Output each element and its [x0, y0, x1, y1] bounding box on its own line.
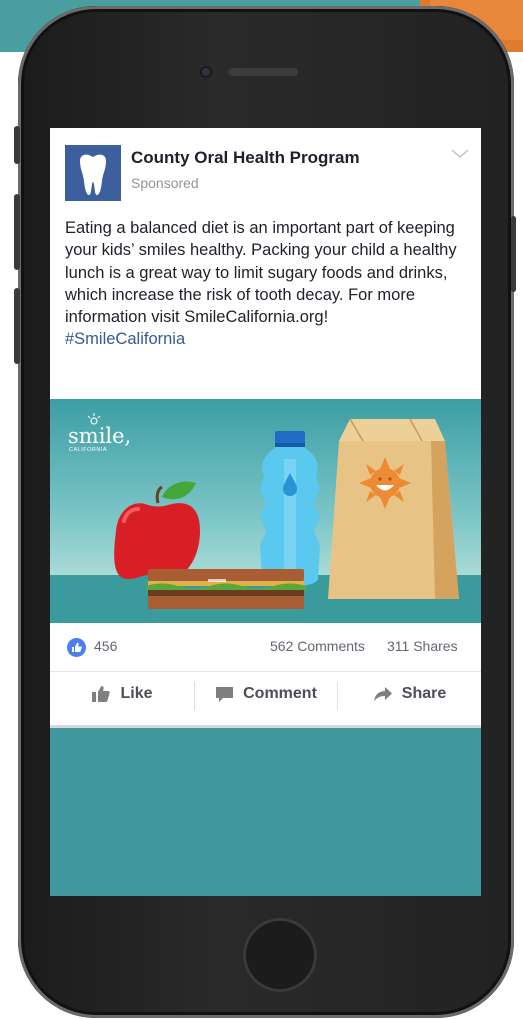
- sun-emblem: [359, 457, 411, 509]
- thumbs-up-icon: [92, 686, 111, 702]
- action-bar: Like Comment Share: [50, 671, 481, 716]
- lunch-illustration: smile, CALIFORNIA: [50, 399, 481, 623]
- sponsored-label[interactable]: Sponsored: [131, 175, 199, 191]
- sandwich: [146, 569, 306, 609]
- post-body-text: Eating a balanced diet is an important p…: [65, 219, 457, 327]
- volume-up-button: [14, 194, 20, 270]
- reaction-badge[interactable]: [67, 638, 86, 657]
- tooth-icon: [80, 154, 106, 195]
- page-name-link[interactable]: County Oral Health Program: [131, 148, 360, 168]
- home-button[interactable]: [243, 918, 317, 992]
- share-button[interactable]: Share: [338, 672, 481, 716]
- post-header: County Oral Health Program Sponsored: [65, 145, 469, 201]
- volume-down-button: [14, 288, 20, 364]
- comment-icon: [216, 686, 234, 702]
- shares-count[interactable]: 311 Shares: [387, 638, 458, 654]
- earpiece-speaker: [228, 68, 298, 76]
- power-button: [511, 216, 516, 292]
- like-count[interactable]: 456: [94, 638, 117, 654]
- phone-screen: County Oral Health Program Sponsored Eat…: [50, 128, 481, 896]
- chevron-down-icon[interactable]: [449, 147, 471, 161]
- smile-logo-text: smile,: [68, 424, 131, 448]
- engagement-stats: 456 562 Comments 311 Shares: [50, 631, 481, 661]
- thumbs-up-icon: [72, 642, 82, 652]
- post-message: Eating a balanced diet is an important p…: [65, 217, 470, 351]
- like-button[interactable]: Like: [50, 672, 194, 716]
- front-camera: [200, 66, 212, 78]
- comment-button[interactable]: Comment: [195, 672, 337, 716]
- comments-count[interactable]: 562 Comments: [270, 638, 365, 654]
- mute-switch: [14, 126, 20, 164]
- post-image[interactable]: smile, CALIFORNIA: [50, 399, 481, 623]
- paper-bag: [328, 418, 459, 599]
- share-button-label: Share: [401, 685, 447, 702]
- comment-button-label: Comment: [243, 685, 317, 702]
- smile-logo-subtext: CALIFORNIA: [69, 447, 107, 453]
- hashtag-link[interactable]: #SmileCalifornia: [65, 328, 470, 350]
- share-arrow-icon: [373, 687, 392, 701]
- feed-background: [50, 728, 481, 896]
- water-bottle: [260, 431, 320, 587]
- page-avatar[interactable]: [65, 145, 121, 201]
- like-button-label: Like: [120, 685, 153, 702]
